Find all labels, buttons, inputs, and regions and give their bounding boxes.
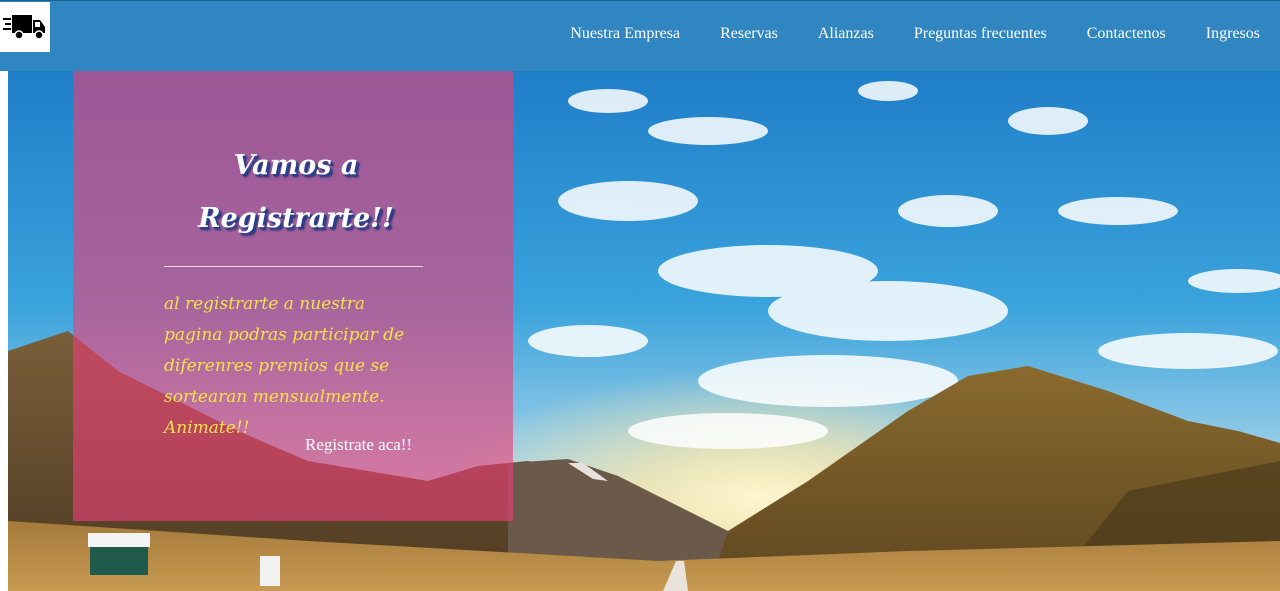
divider (164, 266, 423, 267)
nav-item-ingresos[interactable]: Ingresos (1206, 25, 1260, 43)
nav-item-contactenos[interactable]: Contactenos (1087, 25, 1166, 43)
main-nav: Nuestra Empresa Reservas Alianzas Pregun… (570, 25, 1260, 43)
logo[interactable] (0, 2, 50, 52)
nav-item-alianzas[interactable]: Alianzas (818, 25, 874, 43)
register-title-line1: Vamos a (233, 150, 359, 181)
delivery-truck-icon (3, 15, 45, 40)
register-description: al registrarte a nuestra pagina podras p… (164, 294, 405, 438)
nav-item-reservas[interactable]: Reservas (720, 25, 778, 43)
register-title: Vamos a Registrarte!! (73, 139, 519, 245)
register-title-line2: Registrarte!! (198, 203, 394, 234)
top-navbar: Nuestra Empresa Reservas Alianzas Pregun… (0, 0, 1280, 71)
register-link[interactable]: Registrate aca!! (305, 435, 412, 455)
nav-item-preguntas-frecuentes[interactable]: Preguntas frecuentes (914, 25, 1047, 43)
register-panel: Vamos a Registrarte!! al registrarte a n… (73, 71, 513, 521)
nav-item-nuestra-empresa[interactable]: Nuestra Empresa (570, 25, 680, 43)
